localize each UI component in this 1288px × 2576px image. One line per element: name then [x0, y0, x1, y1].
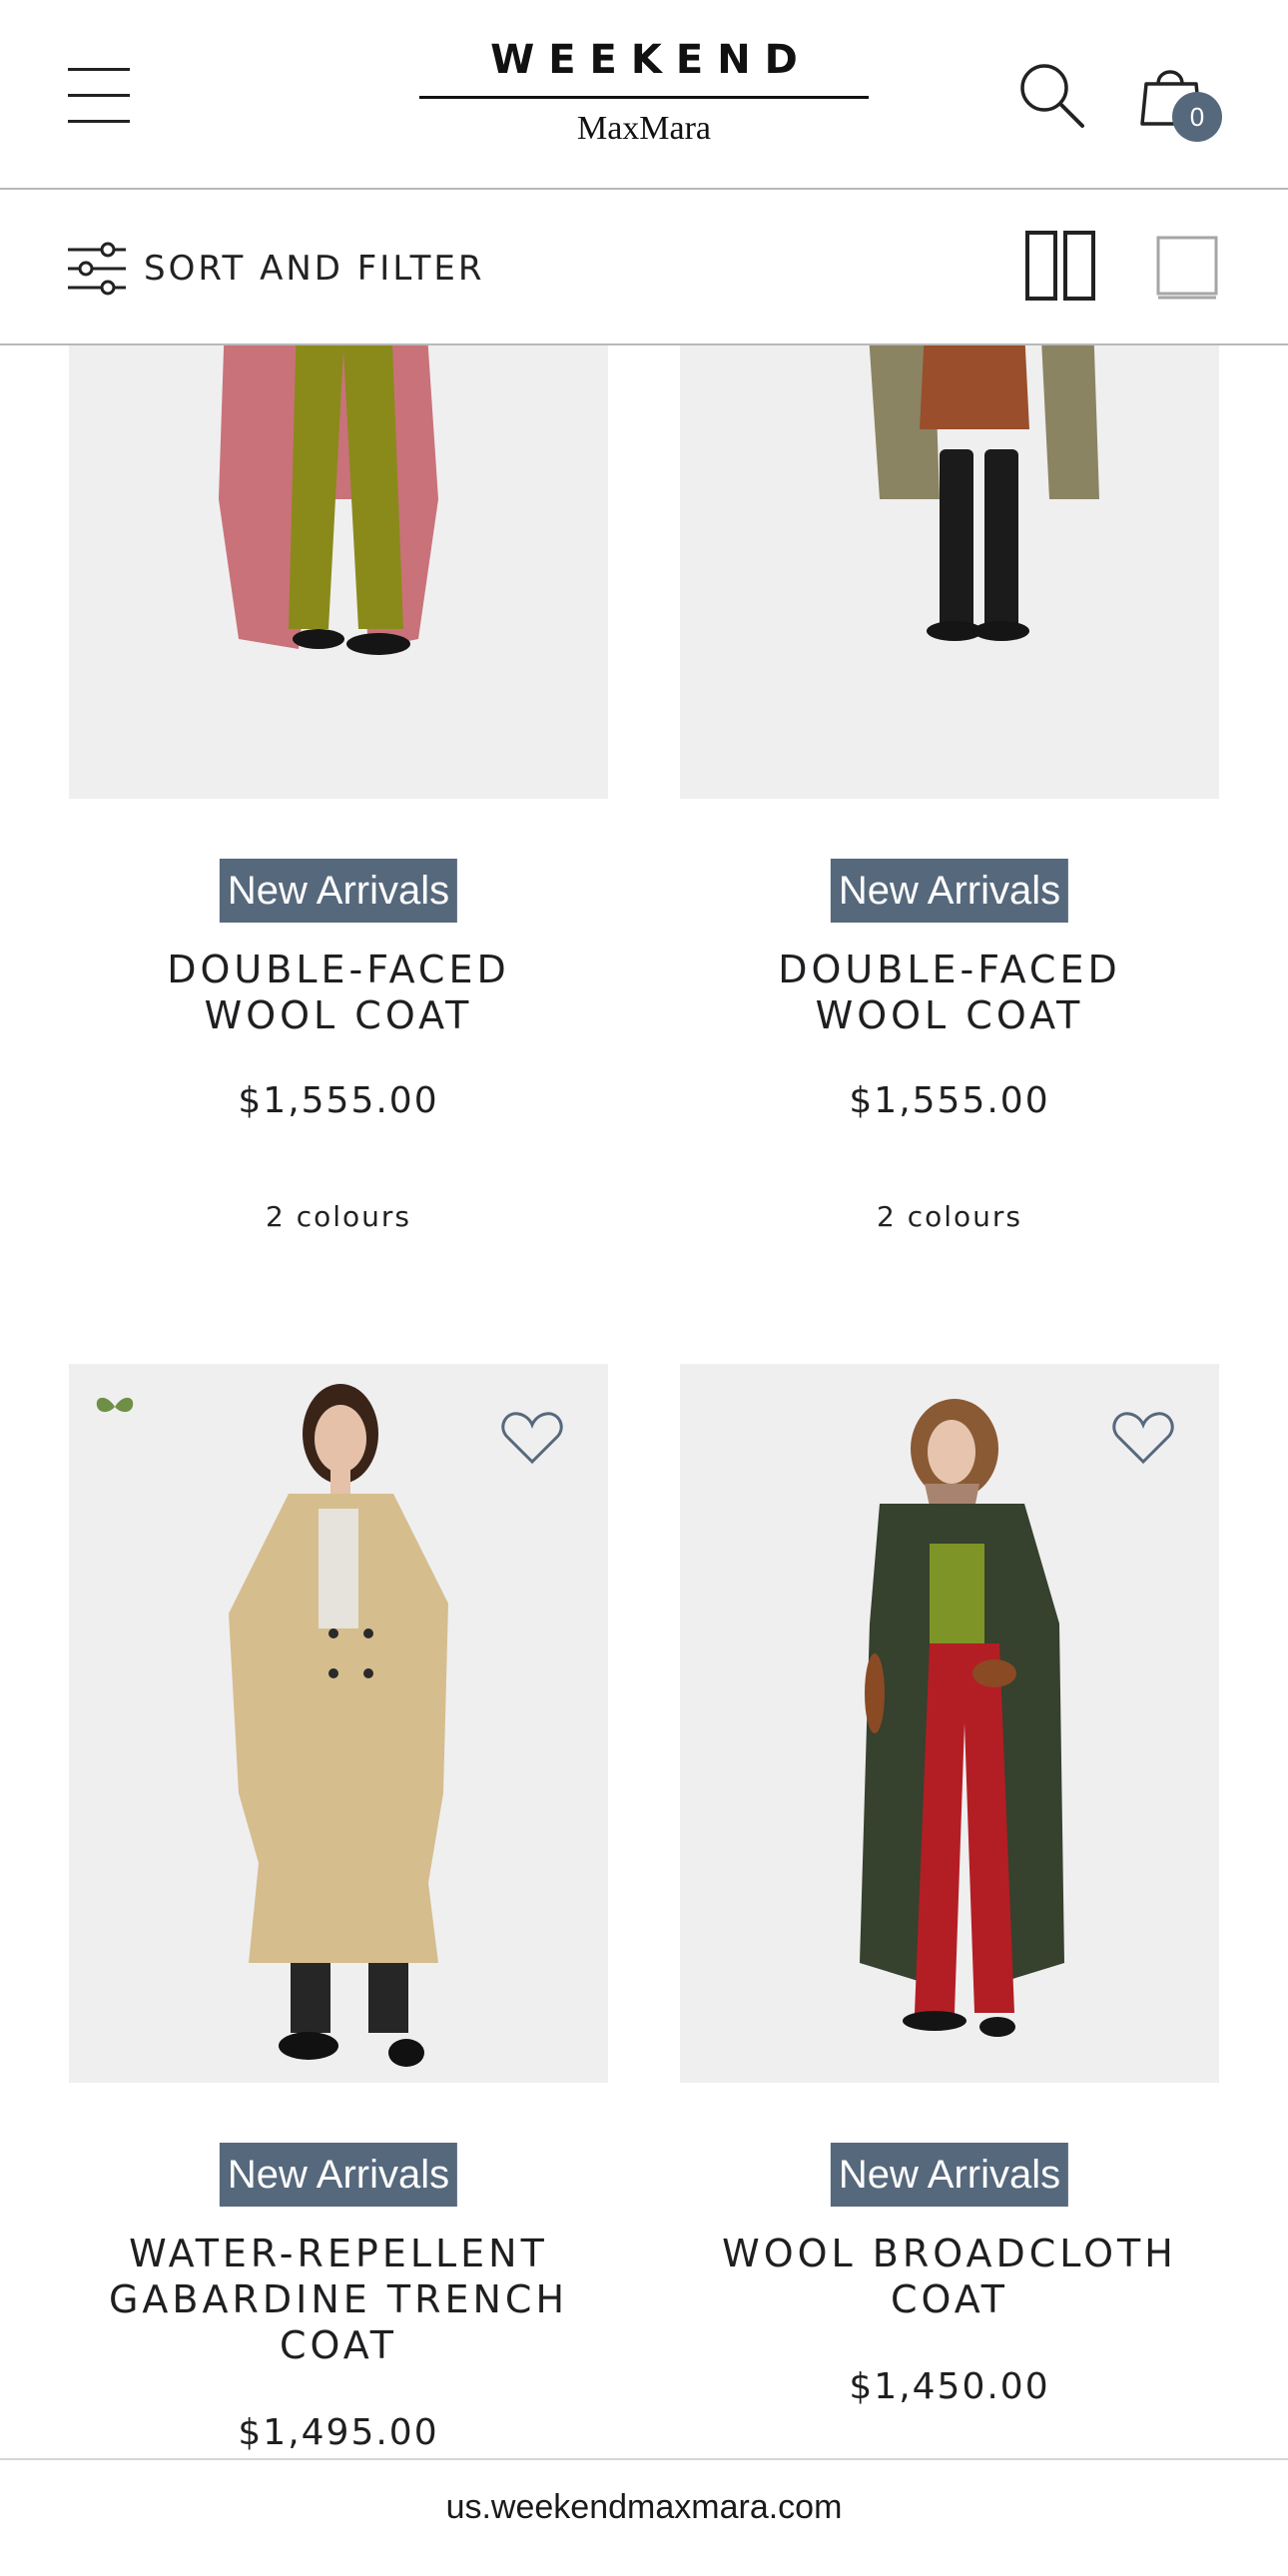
new-arrivals-badge: New Arrivals	[830, 859, 1069, 923]
product-name[interactable]: WATER-REPELLENT GABARDINE TRENCH COAT	[69, 2231, 608, 2368]
butterfly-icon	[96, 1397, 134, 1413]
sort-and-filter-button[interactable]: SORT AND FILTER	[66, 236, 484, 302]
browser-address-bar[interactable]: us.weekendmaxmara.com	[0, 2458, 1288, 2576]
product-price: $1,555.00	[849, 1080, 1050, 1121]
product-name-line: WATER-REPELLENT	[129, 2232, 548, 2275]
product-image[interactable]	[69, 1364, 608, 2083]
cart-count-badge: 0	[1172, 92, 1222, 142]
product-name-line: GABARDINE TRENCH	[108, 2277, 569, 2321]
site-header: WEEKEND MaxMara 0	[0, 0, 1288, 190]
brand-logo-top: WEEKEND	[490, 37, 812, 83]
model-photo	[680, 1364, 1219, 2083]
product-image[interactable]	[680, 1364, 1219, 2083]
model-photo	[69, 1364, 608, 2083]
product-name[interactable]: DOUBLE-FACED WOOL COAT	[69, 947, 608, 1038]
single-column-view-icon[interactable]	[1154, 230, 1220, 302]
product-name[interactable]: DOUBLE-FACED WOOL COAT	[680, 947, 1219, 1038]
product-name-line: WOOL BROADCLOTH	[722, 2232, 1177, 2275]
product-name-line: DOUBLE-FACED	[778, 948, 1121, 991]
two-column-view-icon[interactable]	[1024, 230, 1096, 302]
brand-logo-bottom: MaxMara	[576, 110, 712, 147]
brand-logo-rule	[419, 96, 869, 99]
new-arrivals-badge: New Arrivals	[219, 859, 458, 923]
product-name[interactable]: WOOL BROADCLOTH COAT	[680, 2231, 1219, 2322]
wishlist-heart-icon[interactable]	[1111, 1408, 1175, 1468]
product-name-line: WOOL COAT	[204, 993, 473, 1037]
url-text[interactable]: us.weekendmaxmara.com	[0, 2488, 1288, 2527]
product-grid: New Arrivals DOUBLE-FACED WOOL COAT $1,5…	[0, 0, 1288, 2576]
menu-button[interactable]	[68, 66, 130, 124]
product-name-line: DOUBLE-FACED	[167, 948, 510, 991]
sort-filter-bar: SORT AND FILTER	[0, 192, 1288, 345]
product-price: $1,495.00	[238, 2412, 439, 2453]
colour-count[interactable]: 2 colours	[69, 1200, 608, 1233]
wishlist-heart-icon[interactable]	[500, 1408, 564, 1468]
new-arrivals-badge: New Arrivals	[219, 2143, 458, 2207]
search-icon[interactable]	[1016, 60, 1086, 130]
menu-icon	[68, 68, 130, 71]
colour-count[interactable]: 2 colours	[680, 1200, 1219, 1233]
product-name-line: COAT	[279, 2323, 398, 2367]
cart-button[interactable]: 0	[1134, 56, 1224, 146]
product-price: $1,450.00	[849, 2366, 1050, 2407]
product-name-line: COAT	[890, 2277, 1009, 2321]
brand-logo[interactable]: WEEKEND MaxMara	[419, 36, 869, 149]
sliders-icon	[68, 242, 126, 296]
sort-and-filter-label: SORT AND FILTER	[144, 249, 485, 289]
product-price: $1,555.00	[238, 1080, 439, 1121]
product-name-line: WOOL COAT	[815, 993, 1084, 1037]
new-arrivals-badge: New Arrivals	[830, 2143, 1069, 2207]
